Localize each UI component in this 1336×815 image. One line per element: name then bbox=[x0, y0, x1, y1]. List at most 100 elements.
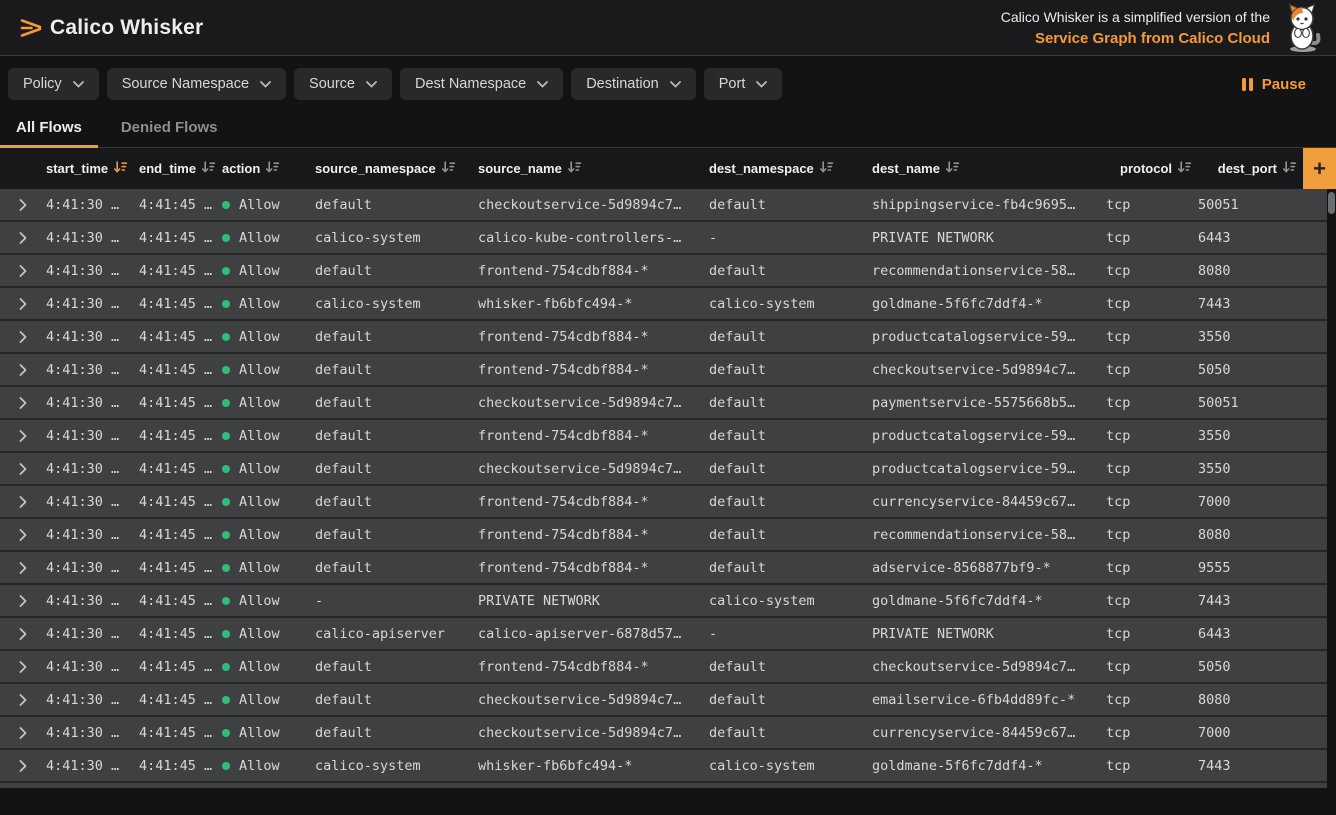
table-row[interactable]: 4:41:30 … 4:41:45 … Allow default fronte… bbox=[0, 354, 1327, 387]
cell-source-name: PRIVATE NETWORK bbox=[478, 593, 709, 609]
expand-chevron-icon[interactable] bbox=[0, 727, 46, 739]
table-row[interactable]: 4:41:30 … 4:41:45 … Allow calico-system … bbox=[0, 288, 1327, 321]
column-header-label: dest_port bbox=[1218, 161, 1277, 176]
table-row[interactable]: 4:41:30 … 4:41:45 … Allow default fronte… bbox=[0, 321, 1327, 354]
column-header-source-namespace[interactable]: source_namespace bbox=[315, 160, 478, 177]
tab-all-flows[interactable]: All Flows bbox=[0, 108, 98, 147]
table-row[interactable]: 4:41:30 … 4:41:45 … Allow default fronte… bbox=[0, 486, 1327, 519]
cell-dest-port: 3550 bbox=[1198, 461, 1327, 477]
expand-chevron-icon[interactable] bbox=[0, 595, 46, 607]
sort-icon[interactable] bbox=[945, 160, 960, 177]
table-row[interactable]: 4:41:30 … 4:41:45 … Allow default checko… bbox=[0, 189, 1327, 222]
sort-icon[interactable] bbox=[567, 160, 582, 177]
table-row[interactable]: 4:41:30 … 4:41:45 … Allow default fronte… bbox=[0, 420, 1327, 453]
cell-start-time: 4:41:30 … bbox=[46, 395, 139, 411]
tab-denied-flows[interactable]: Denied Flows bbox=[105, 108, 234, 147]
table-row[interactable]: 4:41:30 … 4:41:45 … Allow default fronte… bbox=[0, 255, 1327, 288]
sort-icon[interactable] bbox=[113, 160, 128, 177]
column-header-protocol[interactable]: protocol bbox=[1106, 160, 1198, 177]
expand-chevron-icon[interactable] bbox=[0, 760, 46, 772]
filter-dest-namespace-button[interactable]: Dest Namespace bbox=[400, 68, 563, 100]
cell-dest-namespace: default bbox=[709, 329, 872, 345]
expand-chevron-icon[interactable] bbox=[0, 397, 46, 409]
allow-status-dot bbox=[222, 663, 230, 671]
expand-chevron-icon[interactable] bbox=[0, 628, 46, 640]
table-row[interactable]: 4:41:30 … 4:41:45 … Allow default checko… bbox=[0, 387, 1327, 420]
filter-port-button[interactable]: Port bbox=[704, 68, 783, 100]
cell-protocol: tcp bbox=[1106, 263, 1198, 279]
cell-start-time: 4:41:30 … bbox=[46, 461, 139, 477]
cell-action: Allow bbox=[222, 197, 315, 213]
column-header-dest-namespace[interactable]: dest_namespace bbox=[709, 160, 872, 177]
add-column-button[interactable]: + bbox=[1303, 148, 1336, 189]
expand-chevron-icon[interactable] bbox=[0, 298, 46, 310]
column-header-dest-port[interactable]: dest_port bbox=[1198, 160, 1303, 177]
cell-action: Allow bbox=[222, 263, 315, 279]
filter-source-namespace-button[interactable]: Source Namespace bbox=[107, 68, 286, 100]
expand-chevron-icon[interactable] bbox=[0, 529, 46, 541]
expand-chevron-icon[interactable] bbox=[0, 232, 46, 244]
table-row[interactable]: 4:41:30 … 4:41:45 … Allow default fronte… bbox=[0, 519, 1327, 552]
tagline-text: Calico Whisker is a simplified version o… bbox=[1001, 7, 1270, 28]
table-row[interactable]: 4:41:30 … 4:41:45 … Allow default fronte… bbox=[0, 651, 1327, 684]
cell-start-time: 4:41:30 … bbox=[46, 362, 139, 378]
sort-icon[interactable] bbox=[1177, 160, 1192, 177]
filter-policy-button[interactable]: Policy bbox=[8, 68, 99, 100]
column-header-dest-name[interactable]: dest_name bbox=[872, 160, 1106, 177]
expand-chevron-icon[interactable] bbox=[0, 694, 46, 706]
table-row[interactable]: 4:41:30 … 4:41:45 … Allow calico-apiserv… bbox=[0, 618, 1327, 651]
cell-dest-port: 7000 bbox=[1198, 725, 1327, 741]
cell-dest-namespace: default bbox=[709, 659, 872, 675]
table-row[interactable]: 4:41:30 … 4:41:45 … Allow default fronte… bbox=[0, 552, 1327, 585]
cell-start-time: 4:41:30 … bbox=[46, 329, 139, 345]
cell-dest-name: shippingservice-fb4c9695… bbox=[872, 197, 1106, 213]
expand-chevron-icon[interactable] bbox=[0, 661, 46, 673]
filter-destination-button[interactable]: Destination bbox=[571, 68, 696, 100]
cell-start-time: 4:41:30 … bbox=[46, 692, 139, 708]
expand-chevron-icon[interactable] bbox=[0, 496, 46, 508]
column-header-start-time[interactable]: start_time bbox=[46, 160, 139, 177]
expand-chevron-icon[interactable] bbox=[0, 199, 46, 211]
cell-end-time: 4:41:45 … bbox=[139, 362, 222, 378]
action-label: Allow bbox=[239, 758, 280, 774]
table-header-row: start_time end_time action source_namesp… bbox=[0, 148, 1336, 189]
action-label: Allow bbox=[239, 494, 280, 510]
pause-button[interactable]: Pause bbox=[1242, 76, 1320, 93]
column-header-action[interactable]: action bbox=[222, 160, 315, 177]
table-row[interactable]: 4:41:30 … 4:41:45 … Allow calico-system … bbox=[0, 222, 1327, 255]
cell-dest-port: 5050 bbox=[1198, 659, 1327, 675]
scrollbar-thumb[interactable] bbox=[1328, 192, 1335, 214]
sort-icon[interactable] bbox=[819, 160, 834, 177]
expand-chevron-icon[interactable] bbox=[0, 463, 46, 475]
table-row[interactable]: 4:41:30 … 4:41:45 … Allow default checko… bbox=[0, 717, 1327, 750]
expand-chevron-icon[interactable] bbox=[0, 265, 46, 277]
cell-end-time: 4:41:45 … bbox=[139, 659, 222, 675]
cell-action: Allow bbox=[222, 428, 315, 444]
column-header-end-time[interactable]: end_time bbox=[139, 160, 222, 177]
table-row[interactable]: 4:41:30 … 4:41:45 … Allow default checko… bbox=[0, 684, 1327, 717]
cell-protocol: tcp bbox=[1106, 758, 1198, 774]
cell-source-name: calico-kube-controllers-… bbox=[478, 230, 709, 246]
sort-icon[interactable] bbox=[201, 160, 216, 177]
sort-icon[interactable] bbox=[441, 160, 456, 177]
expand-chevron-icon[interactable] bbox=[0, 364, 46, 376]
filter-source-button[interactable]: Source bbox=[294, 68, 392, 100]
table-row[interactable]: 4:41:30 … 4:41:45 … Allow calico-system … bbox=[0, 750, 1327, 783]
cell-protocol: tcp bbox=[1106, 692, 1198, 708]
service-graph-link[interactable]: Service Graph from Calico Cloud bbox=[1001, 28, 1270, 49]
table-row[interactable]: 4:41:30 … 4:41:45 … Allow - PRIVATE NETW… bbox=[0, 585, 1327, 618]
cell-source-name: frontend-754cdbf884-* bbox=[478, 659, 709, 675]
cell-source-name: frontend-754cdbf884-* bbox=[478, 428, 709, 444]
sort-icon[interactable] bbox=[1282, 160, 1297, 177]
expand-chevron-icon[interactable] bbox=[0, 430, 46, 442]
table-row[interactable]: 4:41:30 … 4:41:45 … Allow default checko… bbox=[0, 453, 1327, 486]
expand-chevron-icon[interactable] bbox=[0, 562, 46, 574]
column-header-label: end_time bbox=[139, 161, 196, 176]
expand-chevron-icon[interactable] bbox=[0, 331, 46, 343]
column-header-source-name[interactable]: source_name bbox=[478, 160, 709, 177]
cell-end-time: 4:41:45 … bbox=[139, 395, 222, 411]
cell-action: Allow bbox=[222, 692, 315, 708]
cell-source-namespace: default bbox=[315, 560, 478, 576]
cell-start-time: 4:41:30 … bbox=[46, 593, 139, 609]
sort-icon[interactable] bbox=[265, 160, 280, 177]
